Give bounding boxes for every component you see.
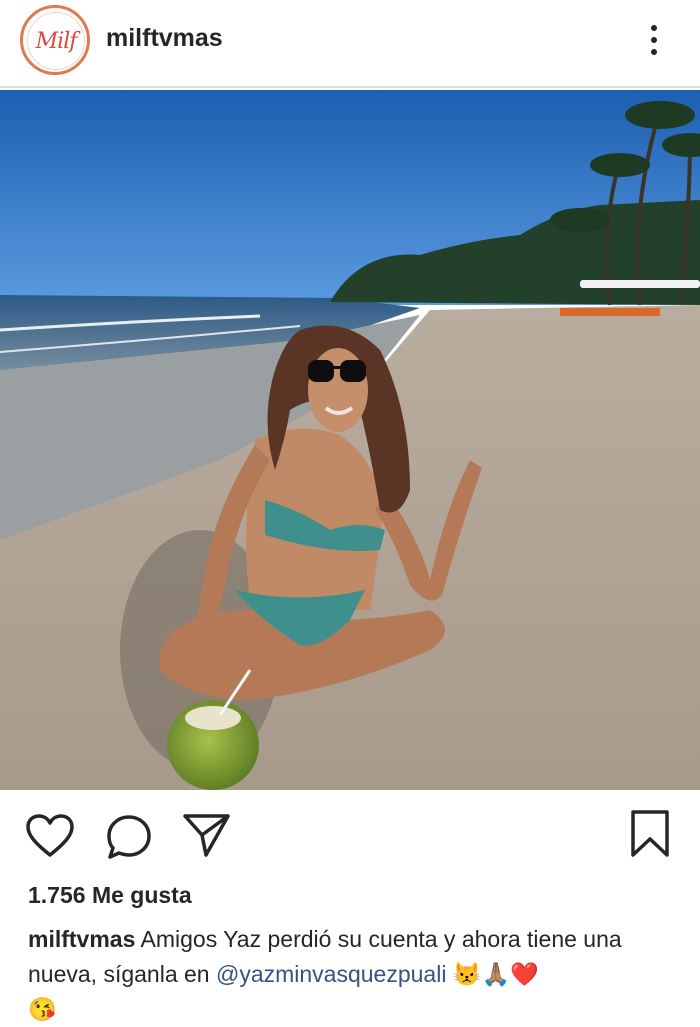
post-header: Milf milftvmas — [0, 0, 700, 88]
bookmark-icon[interactable] — [628, 809, 672, 864]
send-icon[interactable] — [182, 811, 232, 864]
more-vertical-icon[interactable] — [636, 20, 672, 60]
likes-count[interactable]: 1.756 Me gusta — [28, 882, 192, 909]
comment-icon[interactable] — [105, 813, 153, 866]
post-image[interactable] — [0, 90, 700, 790]
heart-icon[interactable] — [25, 813, 75, 864]
caption-emoji-kiss: 😘 — [28, 996, 57, 1022]
action-bar — [0, 805, 700, 865]
avatar-logo: Milf — [35, 28, 78, 54]
caption-username[interactable]: milftvmas — [28, 926, 135, 952]
beach-photo — [0, 90, 700, 790]
caption: milftvmas Amigos Yaz perdió su cuenta y … — [28, 922, 678, 1027]
avatar[interactable]: Milf — [20, 5, 90, 75]
caption-mention[interactable]: @yazminvasquezpuali — [216, 961, 446, 987]
caption-emojis: 😾🙏🏽❤️ — [452, 961, 539, 987]
username[interactable]: milftvmas — [106, 24, 223, 53]
